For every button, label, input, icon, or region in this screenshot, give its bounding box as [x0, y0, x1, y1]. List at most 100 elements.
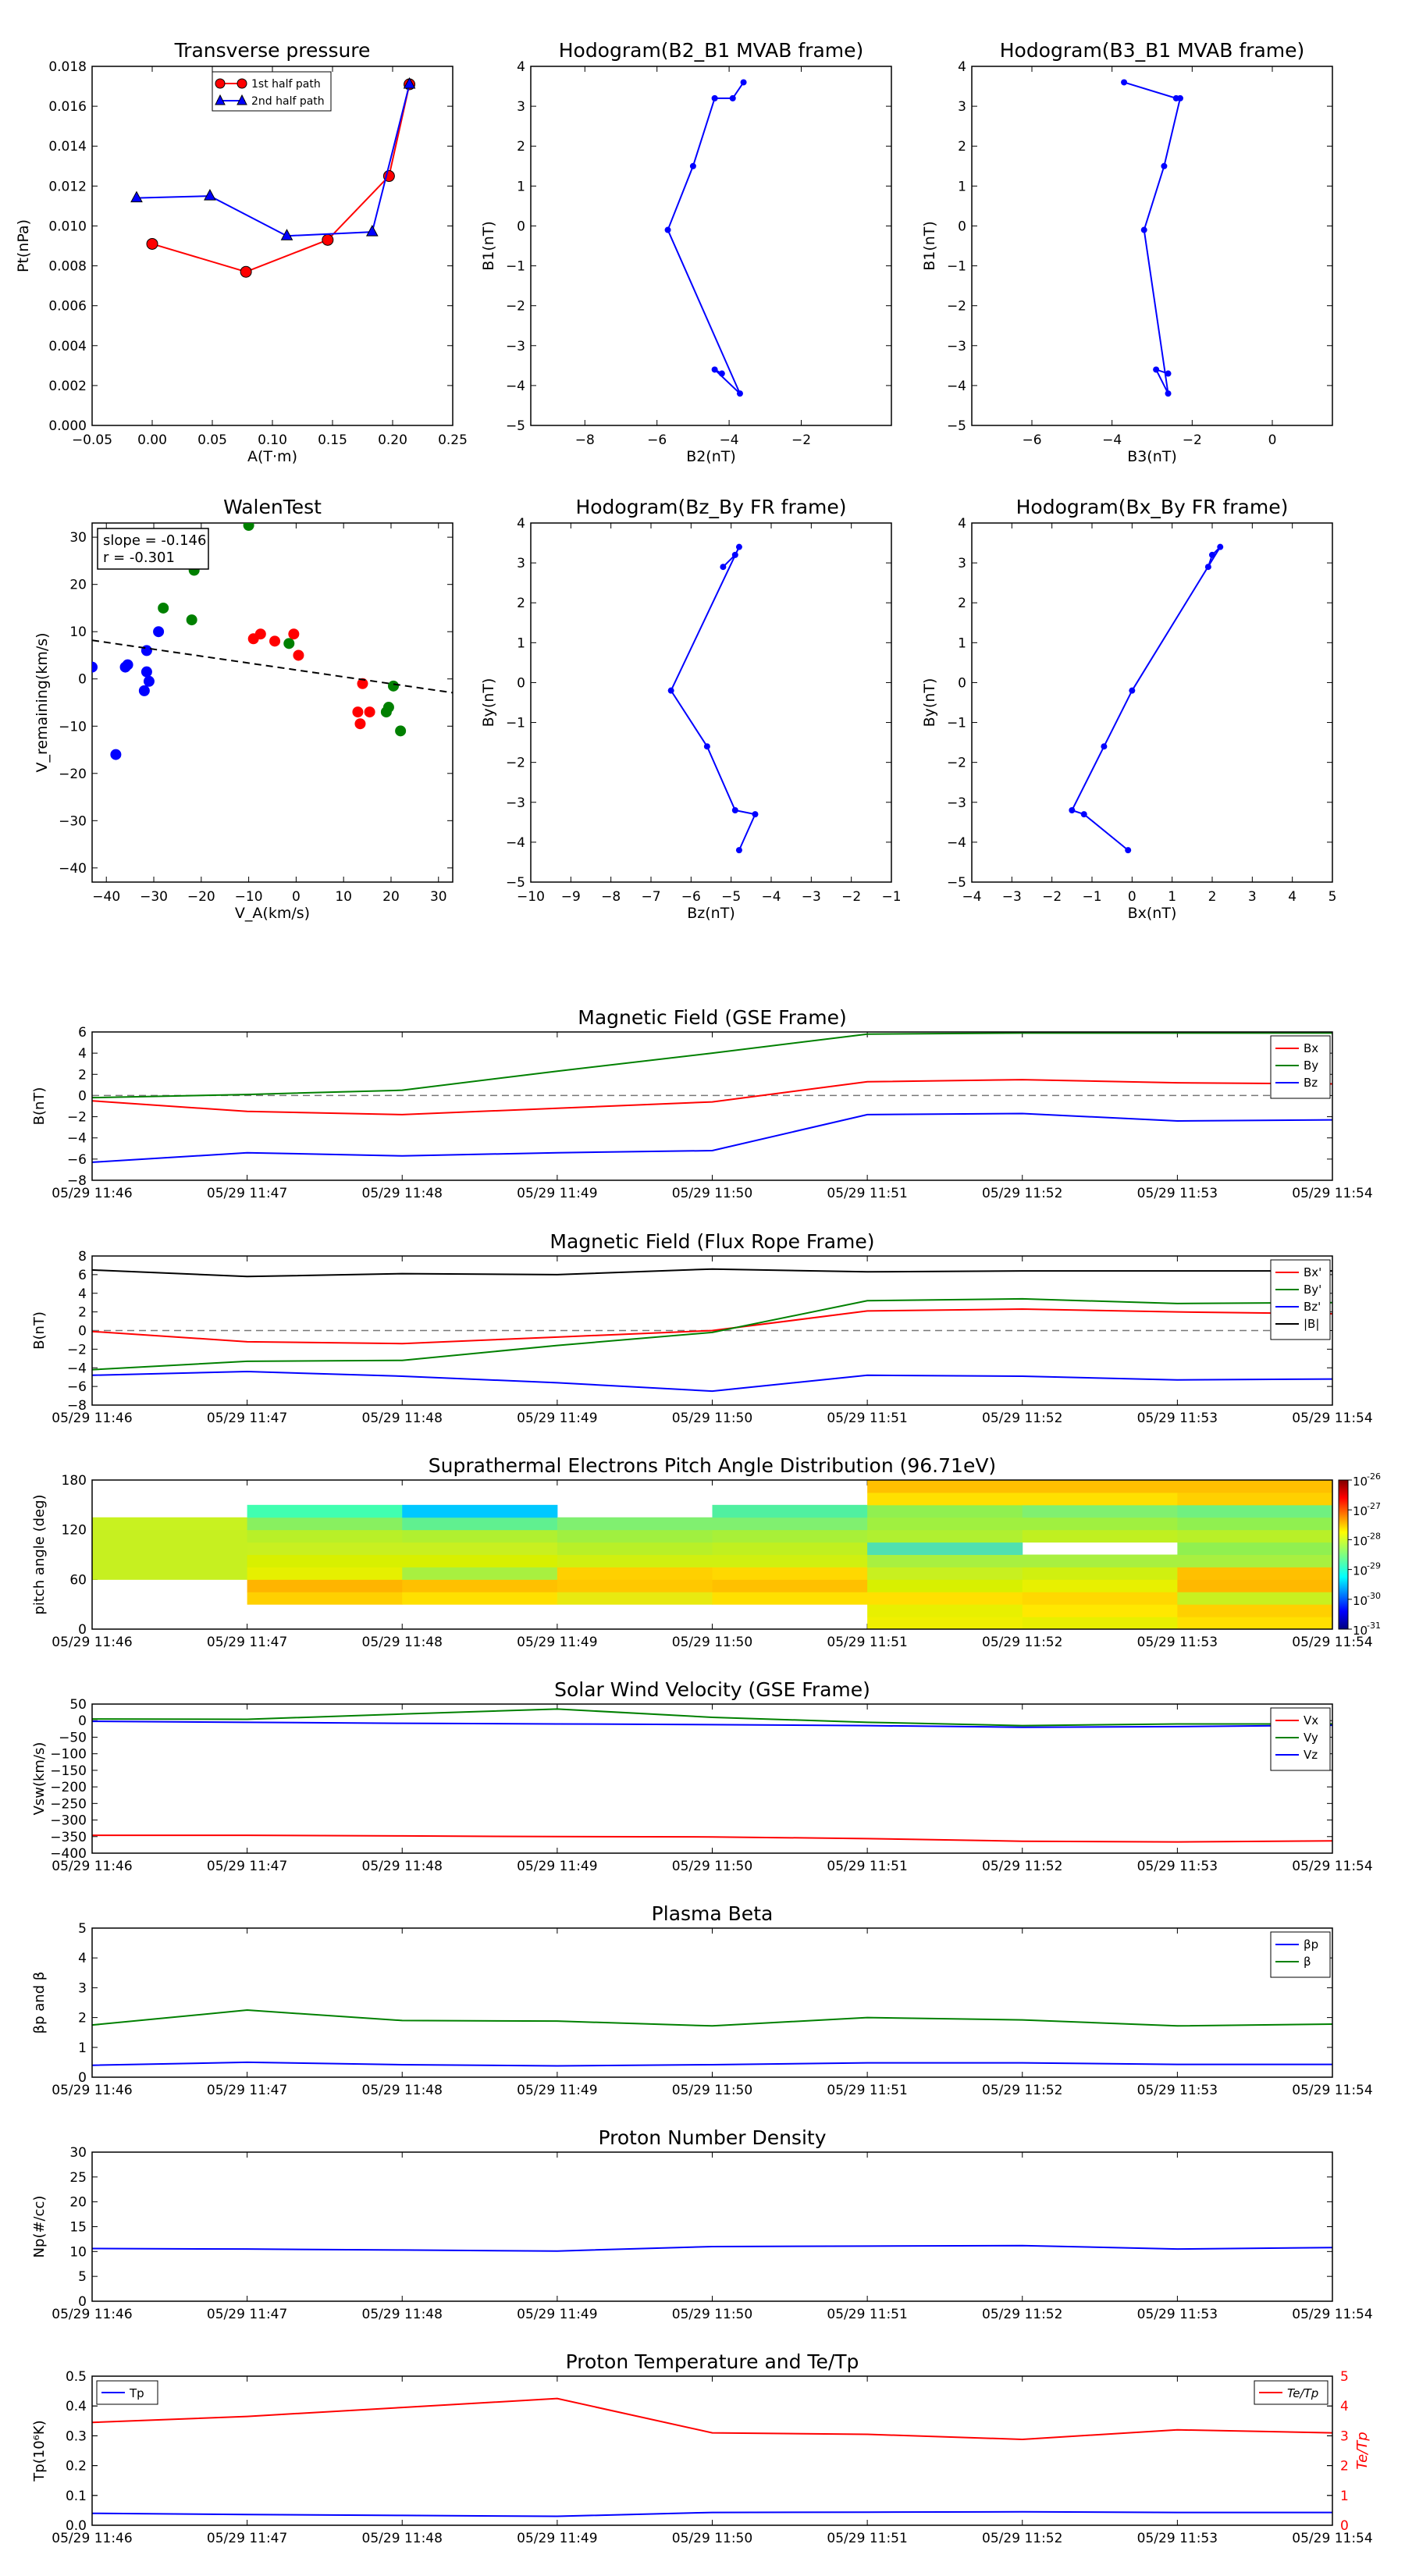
walen-xtick-label: −20	[187, 889, 215, 905]
walen-xtick-label: 0	[292, 889, 301, 905]
beta-ytick-label: 1	[78, 2041, 87, 2056]
pad-cell	[867, 1517, 1023, 1531]
pad-cell	[1177, 1504, 1333, 1518]
pad-cell	[247, 1542, 403, 1555]
h2-axes-frame	[971, 66, 1333, 426]
h4-xtick-label: −4	[962, 889, 981, 905]
beta-xtick-label: 05/29 11:53	[1137, 2083, 1218, 2098]
h4-title: Hodogram(Bx_By FR frame)	[1016, 496, 1289, 518]
vsw-ytick-label: −50	[59, 1730, 87, 1745]
tp2-ytick-label: 0.4	[66, 2399, 87, 2414]
h1-xtick-label: −6	[647, 432, 667, 448]
walen-axes-frame	[91, 522, 454, 883]
h4-xtick-label: 2	[1208, 889, 1217, 905]
h4-point	[1129, 687, 1136, 694]
pad-title: Suprathermal Electrons Pitch Angle Distr…	[429, 1454, 996, 1477]
mfgse-legend-label: By	[1304, 1059, 1318, 1073]
walen-point-blue	[122, 659, 133, 671]
walen-annotation-text: r = -0.301	[103, 550, 175, 566]
pad-cell	[247, 1504, 403, 1518]
np-axes-frame	[91, 2151, 1333, 2302]
h2-ylabel: B1(nT)	[921, 221, 938, 271]
tp2-ytick-label: 0.2	[66, 2459, 87, 2475]
h3-xtick-label: −5	[721, 889, 741, 905]
beta-legend-label: βp	[1304, 1937, 1318, 1952]
vsw-series-vx	[92, 1834, 1332, 1843]
pad-cell	[712, 1592, 868, 1605]
np-ytick-label: 10	[69, 2244, 87, 2260]
tp2-xtick-label: 05/29 11:53	[1137, 2531, 1218, 2546]
beta-xtick-label: 05/29 11:52	[982, 2083, 1062, 2098]
vsw-ytick-label: −200	[50, 1780, 87, 1795]
np-xtick-label: 05/29 11:49	[517, 2307, 597, 2322]
mffr-xtick-label: 05/29 11:49	[517, 1411, 597, 1426]
tp2-xtick-label: 05/29 11:51	[827, 2531, 907, 2546]
tp-ytick-label: 0.000	[48, 418, 87, 434]
vsw-legend-label: Vz	[1304, 1748, 1318, 1762]
h1-ytick-label: −1	[506, 259, 525, 275]
pad-cell	[557, 1579, 713, 1592]
tp2-ytick-label: 1	[1340, 2489, 1349, 2504]
tp-legend-label: 1st half path	[251, 78, 321, 91]
mffr-ytick-label: −8	[67, 1398, 87, 1414]
pad-ytick-label: 180	[62, 1473, 87, 1489]
walen-point-red	[288, 628, 300, 640]
mfgse-xtick-label: 05/29 11:50	[672, 1186, 752, 1201]
tp-ytick-label: 0.008	[48, 259, 87, 275]
vsw-ytick-label: −250	[50, 1796, 87, 1812]
mffr-xtick-label: 05/29 11:51	[827, 1411, 907, 1426]
walen-point-blue	[140, 666, 152, 678]
np-xtick-label: 05/29 11:46	[52, 2307, 132, 2322]
mffr-xtick-label: 05/29 11:50	[672, 1411, 752, 1426]
mfgse-ylabel: B(nT)	[31, 1087, 48, 1126]
mffr-xtick-label: 05/29 11:54	[1292, 1411, 1372, 1426]
walen-ytick-label: 20	[69, 578, 87, 593]
walen-xtick-label: 20	[382, 889, 400, 905]
h2-point	[1140, 226, 1147, 233]
tp2-ytick-label: 0.5	[66, 2369, 87, 2385]
walen-point-red	[269, 635, 281, 647]
h3-axes-frame	[530, 522, 892, 883]
h3-ytick-label: 1	[517, 635, 525, 651]
mffr-plot-area	[92, 1268, 1332, 1393]
pad-cell	[1022, 1504, 1178, 1518]
pad-cell	[247, 1592, 403, 1605]
mffr-ytick-label: 6	[78, 1268, 87, 1283]
pad-cell	[712, 1504, 868, 1518]
h3-ytick-label: −4	[506, 835, 525, 851]
tp2-xtick-label: 05/29 11:50	[672, 2531, 752, 2546]
h1-point	[718, 370, 725, 377]
pad-panel: Suprathermal Electrons Pitch Angle Distr…	[31, 1454, 1381, 1650]
beta-ytick-label: 2	[78, 2011, 87, 2026]
h3-xtick-label: −7	[641, 889, 660, 905]
tp2-ytick-label: 4	[1340, 2399, 1349, 2414]
h4-point	[1101, 743, 1108, 750]
walen-point-blue	[92, 661, 98, 673]
vsw-title: Solar Wind Velocity (GSE Frame)	[554, 1678, 870, 1701]
tp2-xtick-label: 05/29 11:49	[517, 2531, 597, 2546]
h3-ytick-label: −3	[506, 795, 525, 811]
np-ylabel: Np(#/cc)	[31, 2196, 48, 2258]
pad-cell	[1177, 1579, 1333, 1592]
np-ytick-label: 30	[69, 2145, 87, 2161]
h3-xtick-label: −1	[881, 889, 901, 905]
beta-ytick-label: 0	[78, 2070, 87, 2086]
walen-point-green	[243, 523, 254, 532]
vsw-ytick-label: 50	[69, 1697, 87, 1713]
vsw-ytick-label: −150	[50, 1763, 87, 1779]
mffr-legend-label: By'	[1304, 1283, 1321, 1297]
np-title: Proton Number Density	[599, 2126, 827, 2149]
tp2-ytick-label: 0.1	[66, 2489, 87, 2504]
h2-xtick-label: −4	[1102, 432, 1122, 448]
tp-ytick-label: 0.014	[48, 139, 87, 155]
h4-ytick-label: 0	[958, 675, 966, 691]
pad-cell	[867, 1504, 1023, 1518]
h4-ytick-label: 3	[958, 556, 966, 571]
pad-cell	[402, 1592, 558, 1605]
pad-cell	[867, 1542, 1023, 1555]
tp-ytick-label: 0.006	[48, 299, 87, 315]
walen-ytick-label: −20	[59, 767, 87, 782]
pad-cell	[712, 1542, 868, 1555]
pad-colorbar-label: 10	[1353, 1504, 1368, 1518]
vsw-legend-label: Vx	[1304, 1713, 1318, 1727]
